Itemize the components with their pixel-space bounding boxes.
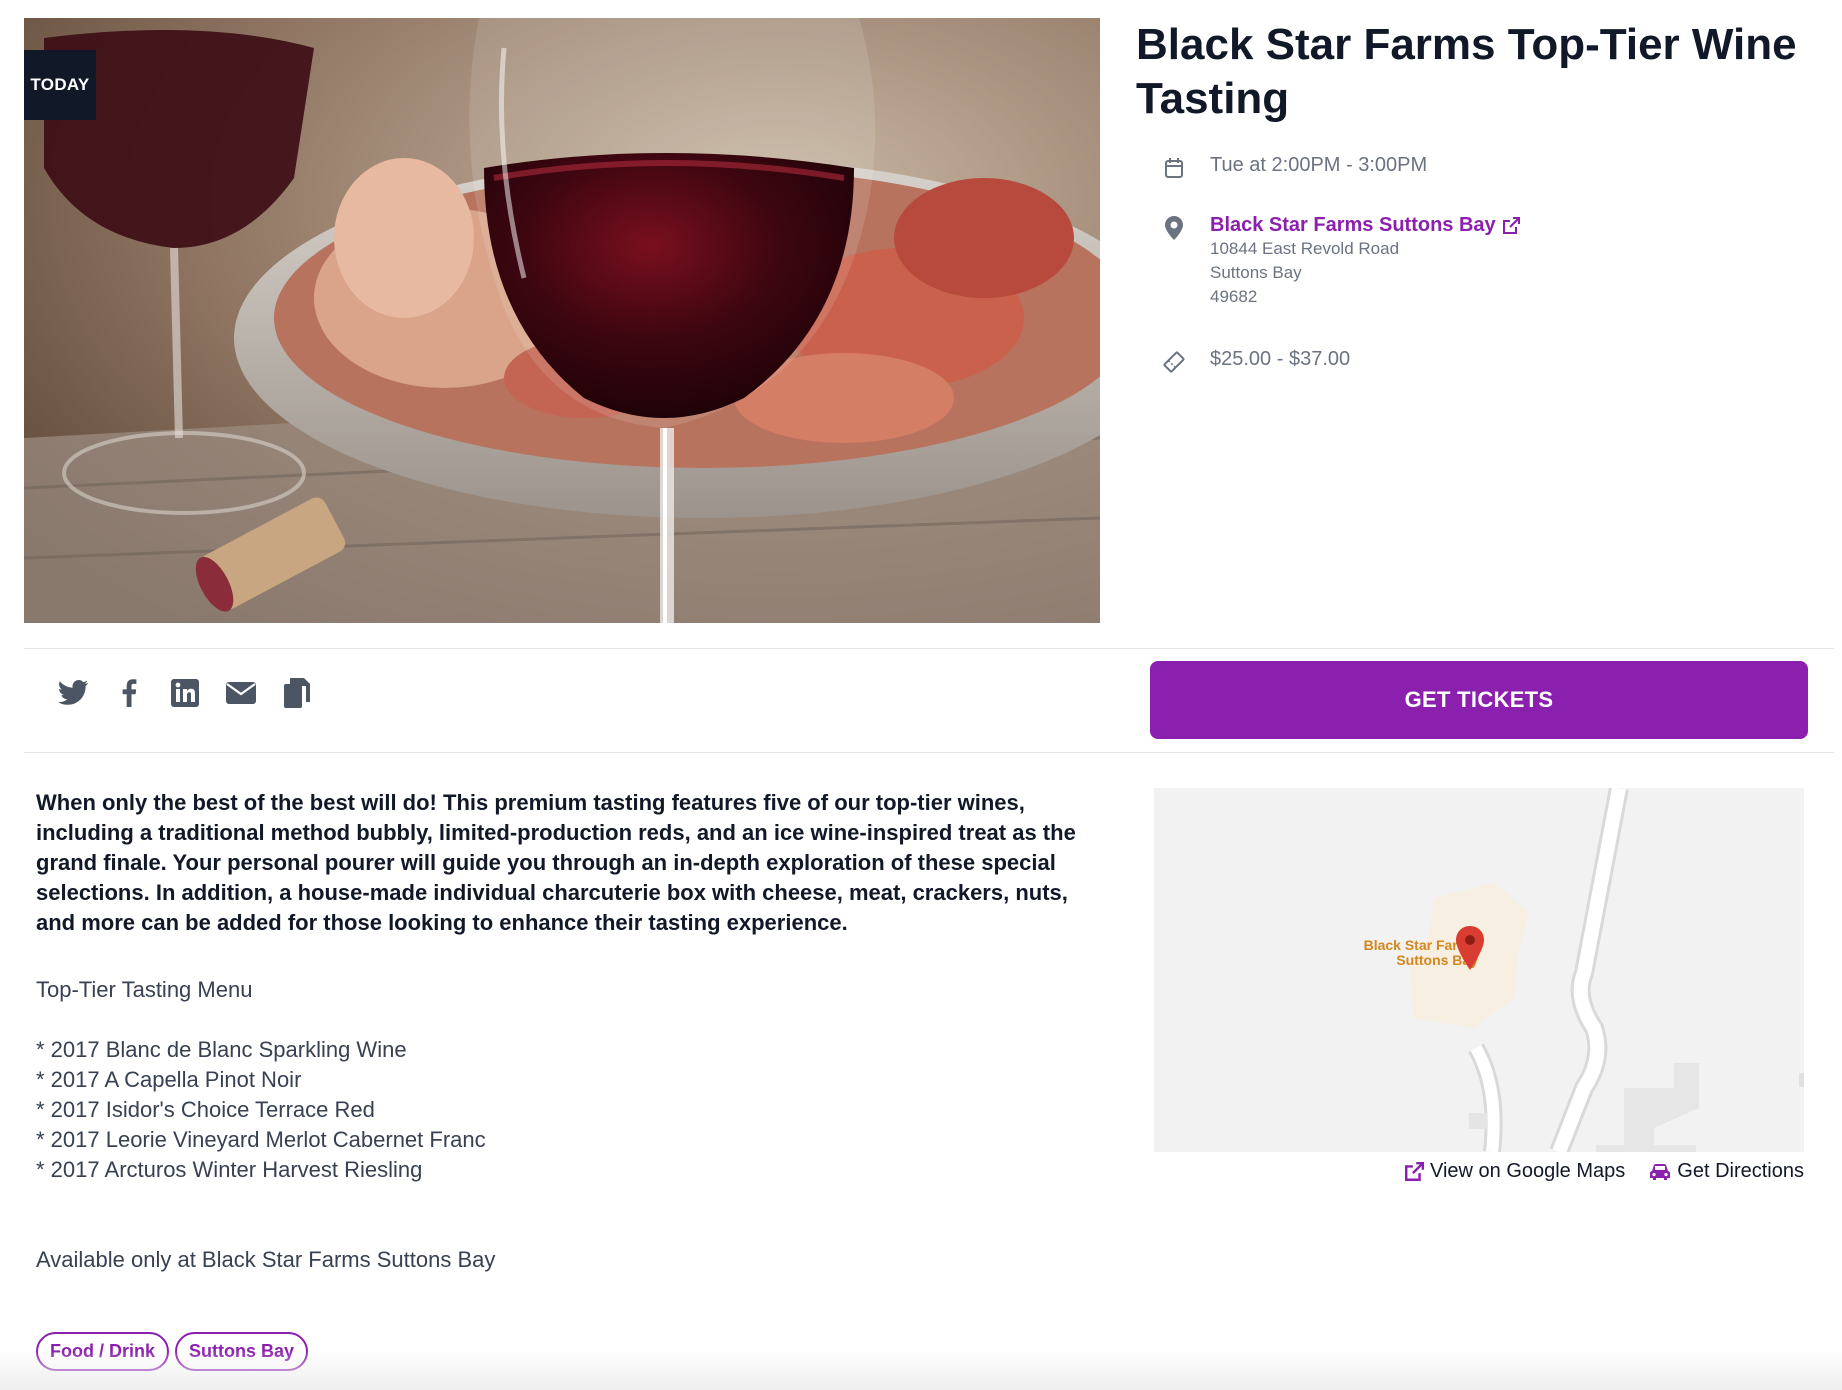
tasting-menu-list: * 2017 Blanc de Blanc Sparkling Wine * 2… — [36, 1035, 486, 1185]
venue-city: Suttons Bay — [1210, 263, 1302, 282]
view-on-google-maps-link[interactable]: View on Google Maps — [1404, 1160, 1625, 1183]
list-item: * 2017 Blanc de Blanc Sparkling Wine — [36, 1037, 407, 1062]
event-image — [24, 18, 1100, 623]
venue-link[interactable]: Black Star Farms Suttons Bay — [1210, 214, 1520, 237]
get-directions-link[interactable]: Get Directions — [1649, 1160, 1804, 1183]
calendar-icon — [1160, 154, 1188, 182]
venue-row: Black Star Farms Suttons Bay 10844 East … — [1160, 214, 1520, 309]
event-datetime: Tue at 2:00PM - 3:00PM — [1210, 154, 1428, 176]
venue-name: Black Star Farms Suttons Bay — [1210, 214, 1496, 236]
map-pin-icon — [1160, 214, 1188, 242]
get-directions-label: Get Directions — [1677, 1160, 1804, 1182]
divider — [24, 648, 1834, 649]
venue-address-line1: 10844 East Revold Road — [1210, 239, 1400, 258]
copy-icon[interactable] — [280, 676, 314, 710]
car-icon — [1650, 1163, 1671, 1180]
event-price: $25.00 - $37.00 — [1210, 348, 1351, 370]
map-links: View on Google Maps Get Directions — [1404, 1160, 1804, 1183]
menu-title: Top-Tier Tasting Menu — [36, 977, 253, 1002]
ticket-icon — [1160, 348, 1188, 376]
availability-note: Available only at Black Star Farms Sutto… — [36, 1247, 496, 1272]
location-map[interactable]: Black Star Farms Suttons Bay — [1154, 788, 1804, 1152]
wine-glass-photo — [24, 18, 1100, 623]
event-description: When only the best of the best will do! … — [36, 788, 1096, 938]
map-marker-icon — [1456, 926, 1484, 970]
list-item: * 2017 Isidor's Choice Terrace Red — [36, 1097, 375, 1122]
external-link-icon — [1502, 216, 1520, 234]
venue-zip: 49682 — [1210, 287, 1258, 306]
event-title: Black Star Farms Top-Tier Wine Tasting — [1136, 20, 1797, 123]
price-row: $25.00 - $37.00 — [1160, 348, 1350, 376]
share-bar — [56, 676, 314, 710]
view-on-google-maps-label: View on Google Maps — [1429, 1160, 1626, 1182]
list-item: * 2017 Arcturos Winter Harvest Riesling — [36, 1157, 423, 1182]
facebook-icon[interactable] — [112, 676, 146, 710]
map-canvas — [1154, 788, 1804, 1152]
get-tickets-button[interactable]: GET TICKETS — [1150, 661, 1808, 739]
datetime-row: Tue at 2:00PM - 3:00PM — [1160, 154, 1427, 182]
twitter-icon[interactable] — [56, 676, 90, 710]
external-link-icon — [1404, 1161, 1424, 1181]
description-intro: When only the best of the best will do! … — [36, 790, 1076, 935]
list-item: * 2017 A Capella Pinot Noir — [36, 1067, 302, 1092]
today-badge: TODAY — [24, 50, 96, 120]
divider — [24, 752, 1834, 753]
page-bottom-fade — [0, 1350, 1842, 1390]
linkedin-icon[interactable] — [168, 676, 202, 710]
list-item: * 2017 Leorie Vineyard Merlot Cabernet F… — [36, 1127, 486, 1152]
email-icon[interactable] — [224, 676, 258, 710]
